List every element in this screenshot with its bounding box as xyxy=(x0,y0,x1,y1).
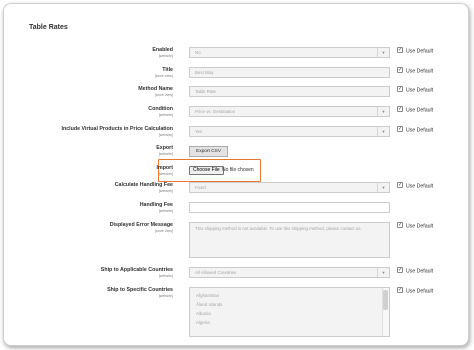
handling-fee-label: Handling Fee [website] xyxy=(139,202,173,213)
title-label: Title [store view] xyxy=(154,67,173,78)
condition-label: Condition [website] xyxy=(148,106,173,117)
ship-specific-multiselect[interactable]: Afghanistan Åland Islands Albania Algeri… xyxy=(189,287,390,337)
country-option[interactable]: Åland Islands xyxy=(190,300,389,309)
include-virtual-use-default[interactable]: ✓ Use Default xyxy=(397,126,433,133)
calc-handling-fee-label: Calculate Handling Fee [website] xyxy=(114,182,173,193)
checkbox-checked-icon[interactable]: ✓ xyxy=(397,182,403,188)
method-name-label: Method Name [store view] xyxy=(138,86,173,97)
handling-fee-input[interactable] xyxy=(189,202,390,213)
calc-handling-fee-select[interactable]: Fixed ▼ xyxy=(189,182,390,193)
chevron-down-icon: ▼ xyxy=(377,268,389,277)
include-virtual-select[interactable]: Yes ▼ xyxy=(189,126,390,137)
ship-specific-use-default[interactable]: ✓ Use Default xyxy=(397,287,433,294)
error-message-textarea[interactable]: This shipping method is not available. T… xyxy=(189,222,390,258)
ship-applicable-select[interactable]: All Allowed Countries ▼ xyxy=(189,267,390,278)
config-panel: Table Rates Enabled [website] No ▼ ✓ Use … xyxy=(3,3,469,346)
file-status: No file chosen xyxy=(222,167,254,173)
condition-select[interactable]: Price vs. Destination ▼ xyxy=(189,106,390,117)
enabled-label: Enabled [website] xyxy=(152,47,173,58)
import-label: Import [website] xyxy=(156,165,173,176)
title-input[interactable]: Best Way xyxy=(189,67,390,78)
chevron-down-icon: ▼ xyxy=(377,107,389,116)
scrollbar-thumb[interactable] xyxy=(383,290,388,310)
checkbox-checked-icon[interactable]: ✓ xyxy=(397,67,403,73)
checkbox-checked-icon[interactable]: ✓ xyxy=(397,126,403,132)
title-use-default[interactable]: ✓ Use Default xyxy=(397,67,433,74)
chevron-down-icon: ▼ xyxy=(377,183,389,192)
condition-use-default[interactable]: ✓ Use Default xyxy=(397,106,433,113)
ship-specific-label: Ship to Specific Countries [website] xyxy=(107,287,173,298)
export-csv-button[interactable]: Export CSV xyxy=(189,146,229,157)
export-label: Export [website] xyxy=(156,145,173,156)
checkbox-checked-icon[interactable]: ✓ xyxy=(397,106,403,112)
method-name-input[interactable]: Table Rate xyxy=(189,86,390,97)
ship-applicable-use-default[interactable]: ✓ Use Default xyxy=(397,267,433,274)
choose-file-button[interactable]: Choose File xyxy=(189,166,224,175)
error-message-label: Displayed Error Message [store view] xyxy=(109,222,173,233)
country-option[interactable]: Afghanistan xyxy=(190,291,389,300)
section-title: Table Rates xyxy=(29,24,68,31)
country-option[interactable]: Albania xyxy=(190,309,389,318)
checkbox-checked-icon[interactable]: ✓ xyxy=(397,267,403,273)
calc-handling-fee-use-default[interactable]: ✓ Use Default xyxy=(397,182,433,189)
country-option[interactable]: Algeria xyxy=(190,318,389,327)
checkbox-checked-icon[interactable]: ✓ xyxy=(397,47,403,53)
checkbox-checked-icon[interactable]: ✓ xyxy=(397,222,403,228)
checkbox-checked-icon[interactable]: ✓ xyxy=(397,287,403,293)
enabled-select[interactable]: No ▼ xyxy=(189,47,390,58)
checkbox-checked-icon[interactable]: ✓ xyxy=(397,86,403,92)
enabled-use-default[interactable]: ✓ Use Default xyxy=(397,47,433,54)
scrollbar[interactable] xyxy=(382,288,389,336)
include-virtual-label: Include Virtual Products in Price Calcul… xyxy=(61,126,173,137)
chevron-down-icon: ▼ xyxy=(377,48,389,57)
error-message-use-default[interactable]: ✓ Use Default xyxy=(397,222,433,229)
method-name-use-default[interactable]: ✓ Use Default xyxy=(397,86,433,93)
ship-applicable-label: Ship to Applicable Countries [website] xyxy=(100,267,173,278)
chevron-down-icon: ▼ xyxy=(377,127,389,136)
